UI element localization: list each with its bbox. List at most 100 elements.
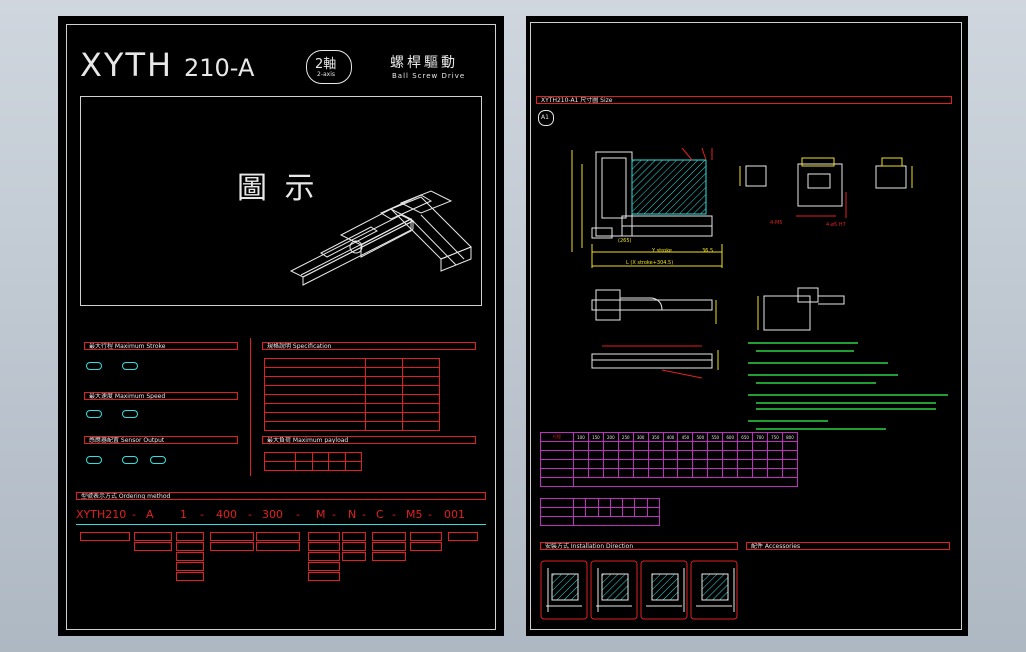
order-code-type: 1 (180, 508, 187, 521)
order-box-motor-5 (308, 572, 340, 581)
model-title: XYTH (80, 46, 174, 84)
stroke-option-2 (122, 362, 138, 370)
section-max-stroke: 最大行程 Maximum Stroke (84, 342, 238, 350)
end-view-drawing (757, 287, 845, 331)
drive-title-cn: 螺桿驅動 (390, 55, 458, 71)
view-marker: A1 (538, 110, 554, 126)
stroke-col: 300 (632, 432, 649, 442)
order-code-sep: - (248, 508, 252, 521)
stroke-col: 800 (781, 432, 799, 442)
stroke-col: 500 (692, 432, 709, 442)
figure-box: 圖 示 (80, 96, 482, 306)
left-drawing-sheet: XYTH 210-A 2軸 2-axis 螺桿驅動 Ball Screw Dri… (58, 16, 504, 636)
speed-option-2 (122, 410, 138, 418)
dim-hole: 4-M5 (770, 220, 783, 226)
right-drawing-sheet: XYTH210-A1 尺寸圖 Size A1 (265) Y stroke 36… (526, 16, 968, 636)
order-code-sep: - (392, 508, 396, 521)
order-code-sensor: M5 (406, 508, 423, 521)
note-line (748, 374, 898, 376)
note-line (756, 350, 854, 352)
order-code-sep: - (296, 508, 300, 521)
note-line (756, 382, 876, 384)
order-box-type-4 (176, 562, 204, 571)
order-box-type-5 (176, 572, 204, 581)
stroke-col: 700 (752, 432, 768, 442)
stroke-col: 650 (737, 432, 754, 442)
order-box-y-stroke-2 (256, 542, 300, 551)
order-box-x-stroke (210, 532, 254, 541)
view-marker-label: A1 (541, 114, 549, 121)
note-line (756, 402, 936, 404)
stroke-table: 行程 100 150 200 250 300 350 400 450 500 5… (540, 432, 799, 487)
order-box-cable (372, 532, 406, 541)
stroke-col: 350 (647, 432, 664, 442)
stroke-col: 750 (766, 432, 783, 442)
drive-title-en: Ball Screw Drive (392, 72, 466, 80)
dim-total: L (X stroke+304.5) (626, 260, 674, 266)
order-box-brake-3 (342, 552, 366, 561)
order-code-cable: C (376, 508, 384, 521)
install-views (540, 560, 738, 620)
order-code-sep: - (332, 508, 336, 521)
order-box-type-3 (176, 552, 204, 561)
stroke-col: 100 (573, 432, 589, 442)
section-max-payload: 最大負荷 Maximum payload (262, 436, 476, 444)
speed-option-1 (86, 410, 102, 418)
stroke-col: 400 (662, 432, 679, 442)
order-box-y-stroke (256, 532, 300, 541)
section-divider (250, 338, 251, 476)
section-ordering: 型號表示方式 Ordering method (76, 492, 486, 500)
axis-badge: 2軸 2-axis (306, 50, 352, 84)
order-code-motor: M (316, 508, 326, 521)
section-max-speed: 最大速度 Maximum Speed (84, 392, 238, 400)
order-box-motor-3 (308, 552, 340, 561)
order-box-cable-3 (372, 552, 406, 561)
order-code-sep: - (132, 508, 136, 521)
order-box-brake (342, 532, 366, 541)
note-line (748, 394, 948, 396)
order-box-axis-2 (134, 542, 172, 551)
order-box-sensor (410, 532, 442, 541)
axis-badge-sub: 2-axis (317, 71, 336, 78)
dim-y-stroke: Y stroke (652, 248, 673, 254)
order-box-motor-2 (308, 542, 340, 551)
notes-block (748, 340, 958, 430)
order-code-y-stroke: 300 (262, 508, 283, 521)
dimension-header: XYTH210-A1 尺寸圖 Size (536, 96, 952, 104)
small-stroke-table (540, 498, 661, 526)
install-drawings (540, 560, 738, 620)
stroke-col: 200 (602, 432, 619, 442)
dim-right: 36.5 (702, 248, 714, 254)
order-code-sep: - (428, 508, 432, 521)
axis-badge-label: 2軸 (315, 57, 337, 72)
sensor-option-1 (86, 456, 102, 464)
section-accessories: 配件 Accessories (746, 542, 950, 550)
stroke-option-1 (86, 362, 102, 370)
note-line (748, 362, 888, 364)
dim-left: (265) (618, 238, 632, 244)
dim-pin: 4-ø5 H7 (826, 222, 846, 228)
sensor-option-2 (122, 456, 138, 464)
payload-table (264, 452, 362, 471)
model-subtitle: 210-A (184, 54, 255, 82)
stroke-table-header: 行程 (540, 432, 574, 442)
order-code-sep: - (200, 508, 204, 521)
order-box-type (176, 532, 204, 541)
section-sensor: 感應器配置 Sensor Output (84, 436, 238, 444)
spec-table (264, 358, 440, 431)
isometric-actuator-drawing (289, 190, 472, 286)
sensor-option-3 (150, 456, 166, 464)
stroke-col: 450 (677, 432, 694, 442)
order-box-type-2 (176, 542, 204, 551)
order-code-x-stroke: 400 (216, 508, 237, 521)
order-box-axis (134, 532, 172, 541)
note-line (748, 420, 828, 422)
order-box-motor-4 (308, 562, 340, 571)
note-line (756, 408, 936, 410)
order-code-underline (76, 524, 486, 525)
note-line (748, 342, 858, 344)
section-specification: 規格說明 Specification (262, 342, 476, 350)
order-box-cable-2 (372, 542, 406, 551)
order-box-model (80, 532, 130, 541)
section-install: 安裝方式 Installation Direction (540, 542, 738, 550)
